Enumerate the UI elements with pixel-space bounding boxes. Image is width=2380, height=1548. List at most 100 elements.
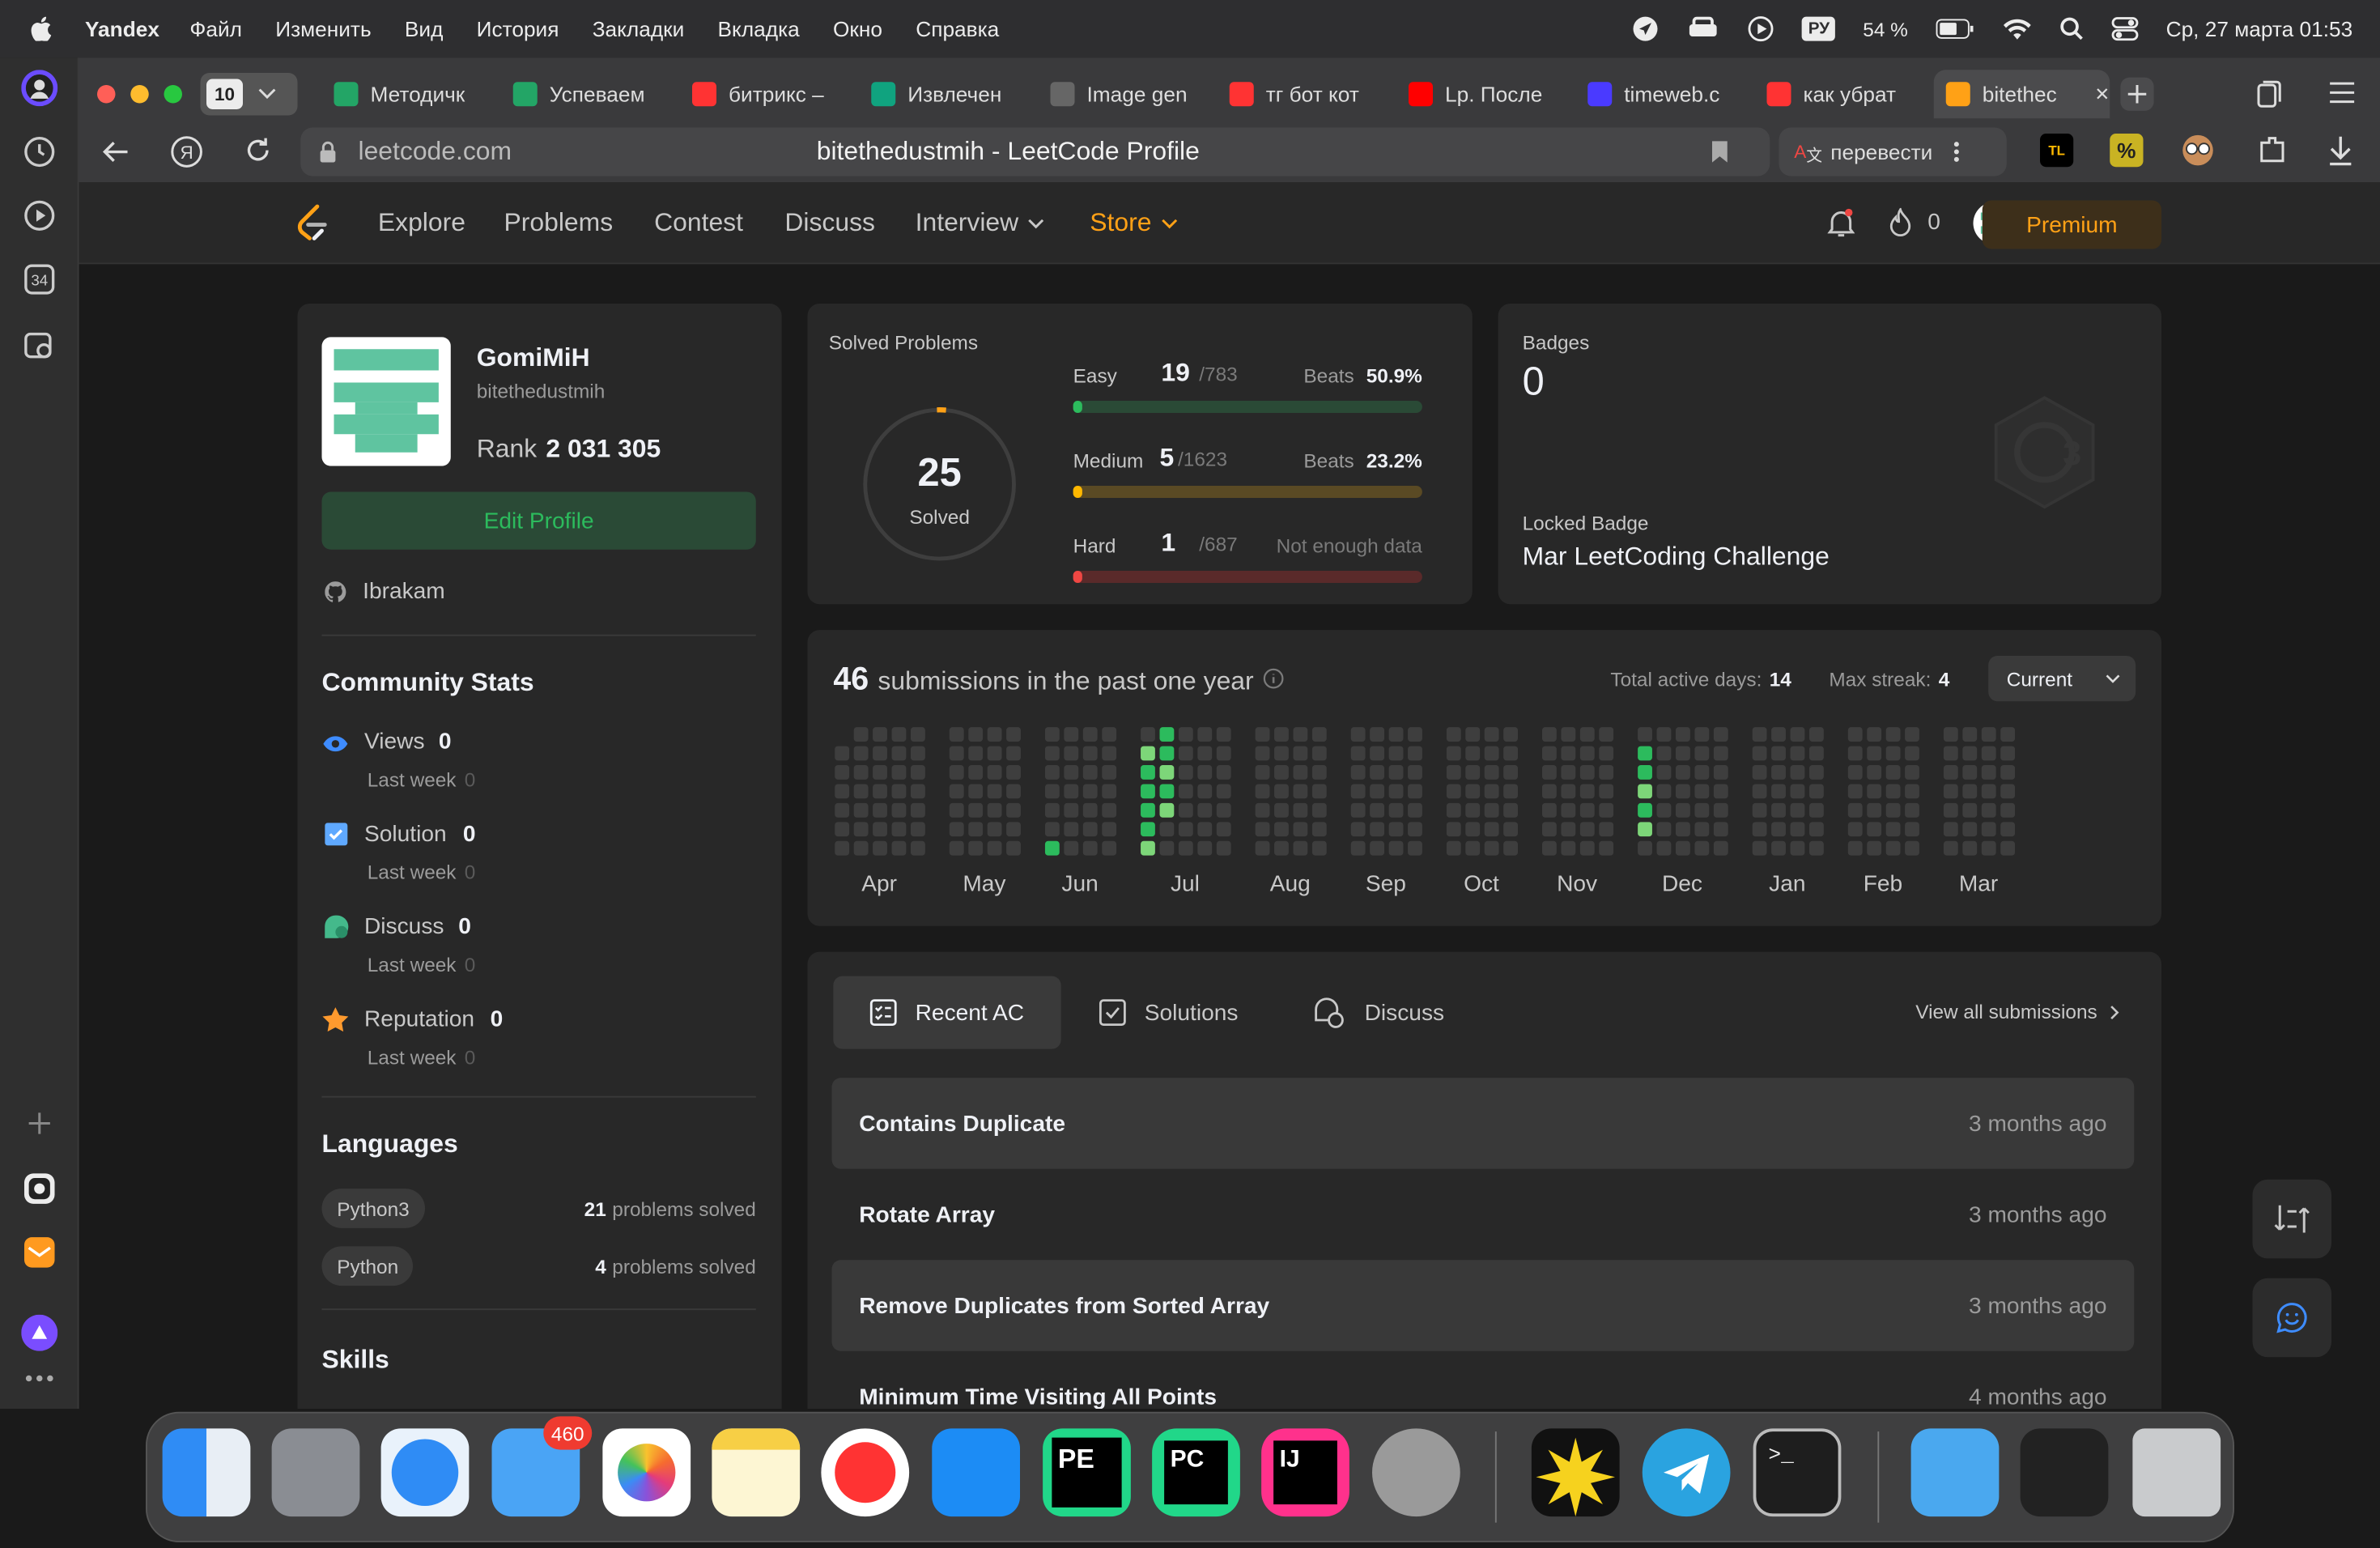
heatmap-day-cell[interactable] [1255,746,1270,761]
browser-tab[interactable]: bitethec ✕ [1933,70,2110,119]
heatmap-day-cell[interactable] [1141,746,1155,761]
heatmap-day-cell[interactable] [1847,822,1863,837]
heatmap-day-cell[interactable] [1216,784,1231,799]
heatmap-day-cell[interactable] [1542,784,1557,799]
heatmap-day-cell[interactable] [1465,802,1481,818]
heatmap-day-cell[interactable] [1885,784,1901,799]
heatmap-day-cell[interactable] [1981,802,1996,818]
heatmap-day-cell[interactable] [949,802,964,818]
heatmap-day-cell[interactable] [1044,822,1060,837]
app-store-icon[interactable] [932,1428,1020,1517]
heatmap-day-cell[interactable] [1579,802,1595,818]
leetcode-logo-icon[interactable] [295,203,331,243]
heatmap-day-cell[interactable] [1676,822,1690,837]
heatmap-day-cell[interactable] [949,765,964,780]
heatmap-day-cell[interactable] [1216,746,1231,761]
heatmap-day-cell[interactable] [1311,727,1327,742]
premium-button[interactable]: Premium [1982,200,2161,249]
telegram-icon[interactable] [1642,1428,1731,1517]
terminal-icon[interactable]: >_ [1753,1428,1842,1517]
reload-icon[interactable] [243,135,274,166]
heatmap-day-cell[interactable] [1446,840,1461,856]
heatmap-day-cell[interactable] [1082,727,1098,742]
download-icon[interactable] [2326,134,2357,167]
heatmap-day-cell[interactable] [911,840,925,856]
heatmap-day-cell[interactable] [949,822,964,837]
heatmap-day-cell[interactable] [1694,746,1710,761]
heatmap-day-cell[interactable] [891,765,907,780]
heatmap-day-cell[interactable] [1561,802,1576,818]
heatmap-day-cell[interactable] [1503,727,1518,742]
heatmap-day-cell[interactable] [891,746,907,761]
heatmap-day-cell[interactable] [1771,840,1786,856]
menu-history[interactable]: История [477,17,559,41]
more-vertical-icon[interactable] [1954,140,1961,164]
heatmap-day-cell[interactable] [1694,765,1710,780]
nav-contest[interactable]: Contest [654,208,743,239]
heatmap-day-cell[interactable] [873,802,887,818]
heatmap-day-cell[interactable] [1542,822,1557,837]
heatmap-day-cell[interactable] [1408,727,1422,742]
heatmap-day-cell[interactable] [1676,784,1690,799]
heatmap-day-cell[interactable] [1274,840,1289,856]
menu-view[interactable]: Вид [405,17,443,41]
browser-tab[interactable]: Методичк [322,70,492,118]
heatmap-day-cell[interactable] [1446,746,1461,761]
heatmap-day-cell[interactable] [1503,784,1518,799]
heatmap-day-cell[interactable] [1905,840,1919,856]
nav-interview[interactable]: Interview [916,208,1044,239]
heatmap-day-cell[interactable] [1579,746,1595,761]
language-tag[interactable]: Python [321,1246,414,1286]
heatmap-day-cell[interactable] [1962,727,1978,742]
heatmap-day-cell[interactable] [1790,784,1805,799]
new-tab-icon[interactable] [2119,76,2156,113]
heatmap-day-cell[interactable] [1408,746,1422,761]
heatmap-day-cell[interactable] [1370,727,1384,742]
heatmap-day-cell[interactable] [1752,784,1767,799]
heatmap-day-cell[interactable] [1350,746,1366,761]
heatmap-day-cell[interactable] [1943,822,1958,837]
heatmap-day-cell[interactable] [1638,727,1652,742]
heatmap-day-cell[interactable] [1676,746,1690,761]
heatmap-day-cell[interactable] [1197,822,1213,837]
heatmap-day-cell[interactable] [1141,822,1155,837]
heatmap-day-cell[interactable] [1867,765,1882,780]
menu-edit[interactable]: Изменить [275,17,371,41]
heatmap-day-cell[interactable] [2000,727,2016,742]
heatmap-day-cell[interactable] [1446,727,1461,742]
heatmap-day-cell[interactable] [1082,822,1098,837]
heatmap-day-cell[interactable] [1159,746,1175,761]
photos-icon[interactable] [602,1428,691,1517]
heatmap-day-cell[interactable] [1638,746,1652,761]
heatmap-day-cell[interactable] [1847,802,1863,818]
heatmap-day-cell[interactable] [968,802,984,818]
heatmap-day-cell[interactable] [1656,784,1672,799]
heatmap-day-cell[interactable] [1102,822,1117,837]
heatmap-day-cell[interactable] [1503,765,1518,780]
trash-icon[interactable] [2132,1428,2221,1517]
heatmap-day-cell[interactable] [1638,802,1652,818]
heatmap-day-cell[interactable] [1752,840,1767,856]
heatmap-day-cell[interactable] [1293,840,1308,856]
menu-help[interactable]: Справка [916,17,999,41]
heatmap-day-cell[interactable] [1503,822,1518,837]
mail-panel-icon[interactable] [21,1234,57,1270]
heatmap-day-cell[interactable] [1102,802,1117,818]
heatmap-day-cell[interactable] [1197,765,1213,780]
heatmap-day-cell[interactable] [1141,784,1155,799]
heatmap-day-cell[interactable] [1561,746,1576,761]
heatmap-day-cell[interactable] [1159,802,1175,818]
nav-problems[interactable]: Problems [504,208,614,239]
heatmap-day-cell[interactable] [1599,765,1614,780]
heatmap-day-cell[interactable] [1446,822,1461,837]
heatmap-day-cell[interactable] [1599,746,1614,761]
heatmap-day-cell[interactable] [1847,727,1863,742]
heatmap-day-cell[interactable] [1771,746,1786,761]
nav-explore[interactable]: Explore [378,208,465,239]
heatmap-day-cell[interactable] [1542,727,1557,742]
heatmap-day-cell[interactable] [1885,727,1901,742]
heatmap-day-cell[interactable] [1178,784,1193,799]
heatmap-day-cell[interactable] [1656,822,1672,837]
heatmap-day-cell[interactable] [1561,840,1576,856]
heatmap-day-cell[interactable] [1867,727,1882,742]
